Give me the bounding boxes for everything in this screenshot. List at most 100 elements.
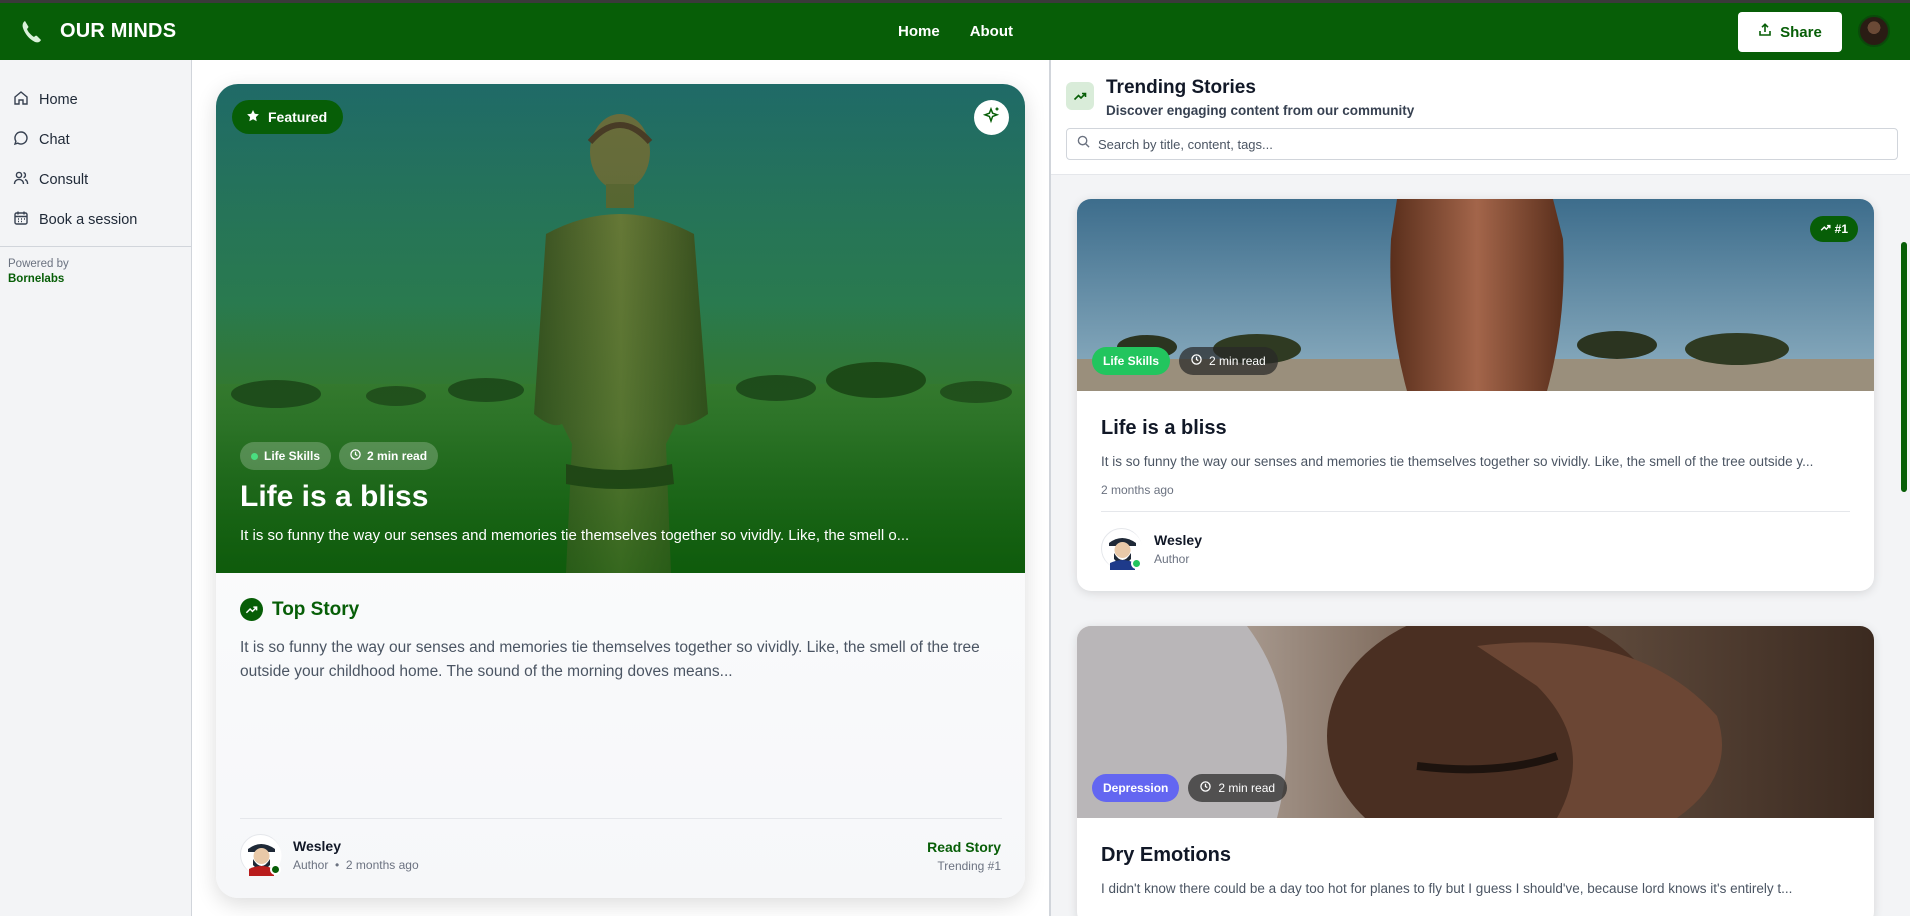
story-title[interactable]: Life is a bliss	[1101, 417, 1850, 440]
read-time-label: 2 min read	[367, 449, 428, 463]
read-story-link[interactable]: Read Story	[927, 839, 1001, 855]
trending-card-chips: Depression 2 min read	[1092, 774, 1288, 802]
author-role: Author	[1154, 551, 1190, 566]
category-chip[interactable]: Depression	[1092, 774, 1180, 802]
story-excerpt: It is so funny the way our senses and me…	[1101, 454, 1814, 469]
online-indicator	[1131, 558, 1142, 569]
category-dot	[251, 452, 258, 460]
author-name: Wesley	[1154, 531, 1202, 548]
top-bar: OUR MINDS Home About Share	[0, 0, 1910, 60]
star-icon	[246, 109, 260, 126]
share-label: Share	[1780, 23, 1822, 41]
read-time-chip: 2 min read	[339, 442, 439, 470]
rank-label: #1	[1834, 222, 1848, 236]
top-story-body: It is so funny the way our senses and me…	[240, 639, 980, 680]
author-info: Wesley Author	[1154, 532, 1202, 566]
rank-badge: #1	[1809, 216, 1858, 242]
clock-icon	[1191, 354, 1202, 368]
powered-by: Powered by Bornelabs	[0, 247, 191, 297]
brand[interactable]: OUR MINDS	[18, 18, 176, 46]
sidebar-nav: Home Chat Consult Book a session	[0, 60, 191, 240]
author-meta: Author • 2 months ago	[293, 858, 419, 872]
scrollbar-thumb[interactable]	[1901, 242, 1907, 492]
read-story-block: Read Story Trending #1	[927, 839, 1001, 873]
featured-story-card[interactable]: Featured Life Skills 2 min read Life is …	[216, 84, 1025, 898]
brand-name: OUR MINDS	[60, 20, 177, 42]
share-button[interactable]: Share	[1738, 12, 1842, 52]
trending-header: Trending Stories Discover engaging conte…	[1051, 60, 1910, 175]
trending-rank-label: Trending #1	[937, 859, 1001, 873]
trending-up-icon	[1820, 222, 1831, 236]
share-icon	[1758, 23, 1772, 41]
sidebar-item-home[interactable]: Home	[0, 80, 191, 120]
top-nav: Home About	[898, 3, 1013, 60]
featured-badge-label: Featured	[268, 109, 328, 125]
sidebar-item-label: Consult	[39, 172, 89, 188]
powered-by-label: Powered by	[8, 258, 69, 270]
author-avatar[interactable]	[1101, 528, 1143, 570]
category-chip[interactable]: Life Skills	[240, 442, 332, 470]
trending-card-body: Dry Emotions I didn't know there could b…	[1077, 818, 1874, 896]
clock-icon	[1200, 781, 1212, 795]
chat-icon	[13, 130, 29, 150]
trending-card[interactable]: Depression 2 min read Dry Emotions I did…	[1077, 626, 1874, 916]
story-title[interactable]: Dry Emotions	[1101, 844, 1850, 867]
phone-logo-icon	[18, 18, 46, 46]
top-story-label: Top Story	[272, 598, 360, 620]
author-row: Wesley Author	[1101, 512, 1850, 591]
trending-card-body: Life is a bliss It is so funny the way o…	[1077, 391, 1874, 591]
sidebar: Home Chat Consult Book a session Powered…	[0, 60, 192, 916]
clock-icon	[350, 449, 361, 463]
card-divider	[240, 818, 1002, 819]
read-time-label: 2 min read	[1209, 354, 1266, 368]
sidebar-item-consult[interactable]: Consult	[0, 160, 191, 200]
search-box	[1066, 128, 1898, 160]
trending-subtitle: Discover engaging content from our commu…	[1106, 103, 1415, 118]
user-avatar[interactable]	[1858, 15, 1890, 47]
online-indicator	[270, 864, 281, 875]
posted-time: 2 months ago	[345, 857, 419, 872]
sidebar-item-book-session[interactable]: Book a session	[0, 200, 191, 240]
featured-badge: Featured	[232, 100, 344, 134]
trending-card-image: #1 Life Skills 2 min read	[1077, 199, 1874, 391]
story-excerpt: I didn't know there could be a day too h…	[1101, 881, 1793, 896]
sparkles-icon	[982, 106, 1001, 129]
nav-about-link[interactable]: About	[970, 23, 1013, 40]
trending-up-icon	[1066, 82, 1094, 110]
sidebar-item-label: Book a session	[39, 212, 138, 228]
featured-title[interactable]: Life is a bliss	[240, 480, 428, 514]
author-name: Wesley	[293, 837, 341, 854]
read-time-label: 2 min read	[1218, 781, 1276, 795]
sparkle-button[interactable]	[974, 100, 1009, 135]
top-story-heading: Top Story	[240, 598, 359, 621]
read-time-chip: 2 min read	[1179, 347, 1278, 375]
calendar-icon	[13, 210, 29, 230]
author-role: Author	[293, 857, 329, 872]
nav-home-link[interactable]: Home	[898, 23, 940, 40]
users-icon	[13, 170, 29, 190]
search-input[interactable]	[1098, 136, 1878, 152]
scrollbar[interactable]	[1899, 178, 1908, 916]
category-label: Life Skills	[264, 449, 321, 463]
read-time-chip: 2 min read	[1188, 774, 1288, 802]
trending-up-icon	[240, 598, 263, 621]
meta-separator: •	[331, 857, 346, 872]
trending-card-chips: Life Skills 2 min read	[1092, 347, 1278, 375]
story-date: 2 months ago	[1101, 483, 1174, 497]
trending-title: Trending Stories	[1106, 77, 1256, 98]
author-row: Wesley Author • 2 months ago	[240, 834, 419, 876]
featured-image: Featured Life Skills 2 min read Life is …	[216, 84, 1025, 573]
trending-card[interactable]: #1 Life Skills 2 min read Life is a blis…	[1077, 199, 1874, 591]
sidebar-item-label: Home	[39, 92, 78, 108]
featured-chips: Life Skills 2 min read	[240, 442, 439, 470]
category-chip[interactable]: Life Skills	[1092, 347, 1171, 375]
author-avatar[interactable]	[240, 834, 282, 876]
sidebar-item-chat[interactable]: Chat	[0, 120, 191, 160]
home-icon	[13, 90, 29, 110]
search-icon	[1077, 135, 1090, 153]
company-link[interactable]: Bornelabs	[8, 272, 183, 287]
sidebar-item-label: Chat	[39, 132, 70, 148]
trending-panel: Trending Stories Discover engaging conte…	[1049, 60, 1910, 916]
author-info: Wesley Author • 2 months ago	[293, 838, 419, 872]
featured-excerpt: It is so funny the way our senses and me…	[240, 527, 910, 544]
